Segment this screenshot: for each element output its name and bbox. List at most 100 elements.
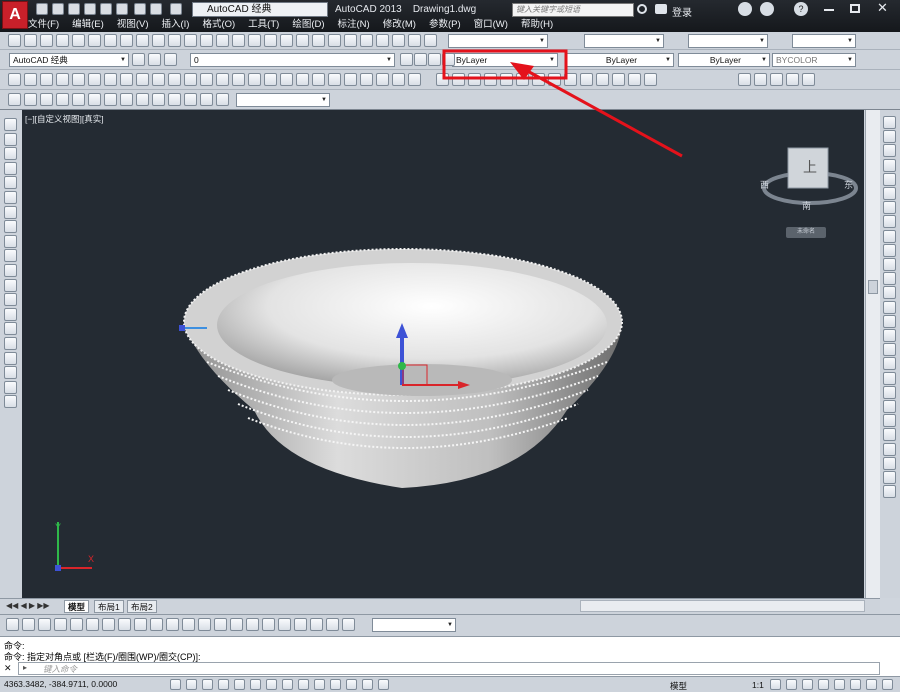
view-tool-3-icon[interactable] <box>40 93 53 106</box>
draw-tool-15-icon[interactable] <box>4 322 17 336</box>
tablestyle-dropdown[interactable] <box>688 34 768 48</box>
status-tool-6-icon[interactable] <box>850 679 861 690</box>
view-tool-5-icon[interactable] <box>72 93 85 106</box>
redo-icon[interactable] <box>170 3 182 15</box>
draw-tool-6-icon[interactable] <box>4 191 17 204</box>
workspace-switcher[interactable]: AutoCAD 经典 <box>192 2 328 17</box>
modeling-tool-15-icon[interactable] <box>232 73 245 86</box>
draw-tool-20-icon[interactable] <box>4 395 17 409</box>
menu-item[interactable]: 工具(T) <box>248 17 279 32</box>
autocad-logo-icon[interactable]: A <box>2 1 28 29</box>
maximize-icon[interactable] <box>850 4 860 13</box>
save-icon[interactable] <box>68 3 80 15</box>
modeling-tool-9-icon[interactable] <box>136 73 149 86</box>
modeling-tool-19-icon[interactable] <box>296 73 309 86</box>
standard-tool-5-icon[interactable] <box>72 34 85 47</box>
modify-tool-21-icon[interactable] <box>883 400 896 413</box>
open-web-icon[interactable] <box>100 3 112 15</box>
view-tool-10-icon[interactable] <box>152 93 165 106</box>
modify-tool-7-icon[interactable] <box>883 201 896 215</box>
modeling-tool-5-icon[interactable] <box>72 73 85 86</box>
standard-tool-8-icon[interactable] <box>120 34 133 47</box>
standard-tool-21-icon[interactable] <box>328 34 341 47</box>
tab-nav-arrows[interactable]: ◀◀ ◀ ▶ ▶▶ <box>6 601 50 610</box>
mleaderstyle-dropdown[interactable] <box>792 34 856 48</box>
dimension-tool-18-icon[interactable] <box>278 618 291 631</box>
open-file-icon[interactable] <box>52 3 64 15</box>
modify-tool-17-icon[interactable] <box>883 343 896 357</box>
standard-tool-10-icon[interactable] <box>152 34 165 47</box>
undo-icon[interactable] <box>150 3 162 15</box>
modeling-tool-11-icon[interactable] <box>168 73 181 86</box>
search-input[interactable]: 键入关键字或短语 <box>512 3 634 17</box>
view-tool-7-icon[interactable] <box>104 93 117 106</box>
layer-tool-1-icon[interactable] <box>132 53 145 66</box>
modify-tool-16-icon[interactable] <box>883 329 896 342</box>
modify-tool-24-icon[interactable] <box>883 442 896 456</box>
draw-tool-11-icon[interactable] <box>4 264 17 277</box>
modify-tool-27-icon[interactable] <box>883 485 896 499</box>
menu-item[interactable]: 视图(V) <box>117 17 149 32</box>
standard-tool-1-icon[interactable] <box>8 34 21 47</box>
menu-item[interactable]: 绘图(D) <box>292 17 324 32</box>
lineweight-dropdown[interactable]: ByLayer <box>678 53 770 67</box>
menu-item[interactable]: 帮助(H) <box>521 17 553 32</box>
menu-item[interactable]: 文件(F) <box>28 17 59 32</box>
menu-item[interactable]: 标注(N) <box>338 17 370 32</box>
dimension-tool-4-icon[interactable] <box>54 618 67 631</box>
modeling-tool-3-icon[interactable] <box>40 73 53 86</box>
view-tool-11-icon[interactable] <box>168 93 181 106</box>
drafting-setting-13-icon[interactable] <box>362 679 373 690</box>
modify-tool-15-icon[interactable] <box>883 314 896 328</box>
standard-tool-16-icon[interactable] <box>248 34 261 47</box>
vertical-scrollbar[interactable] <box>865 110 880 598</box>
help-icon[interactable]: ? <box>794 2 808 16</box>
modeling-tool-26-icon[interactable] <box>408 73 421 86</box>
modify-tool-6-icon[interactable] <box>883 187 896 200</box>
viewcube-top-face[interactable]: 上 <box>790 157 830 177</box>
status-tool-2-icon[interactable] <box>786 679 797 690</box>
modeling-tool-1-icon[interactable] <box>8 73 21 86</box>
command-input[interactable]: ▸ 键入命令 <box>18 662 880 675</box>
dimension-tool-8-icon[interactable] <box>118 618 131 631</box>
drafting-setting-8-icon[interactable] <box>282 679 293 690</box>
layer-dropdown[interactable]: 0 <box>190 53 395 67</box>
dimension-tool-19-icon[interactable] <box>294 618 307 631</box>
modeling-tool-22-icon[interactable] <box>344 73 357 86</box>
named-view-dropdown[interactable] <box>236 93 330 107</box>
draw-tool-19-icon[interactable] <box>4 380 17 394</box>
standard-tool-26-icon[interactable] <box>408 34 421 47</box>
view-tool-8-icon[interactable] <box>120 93 133 106</box>
view-tool-14-icon[interactable] <box>216 93 229 106</box>
standard-tool-4-icon[interactable] <box>56 34 69 47</box>
dimstyle-dropdown[interactable] <box>372 618 456 632</box>
standard-tool-12-icon[interactable] <box>184 34 197 47</box>
status-tool-3-icon[interactable] <box>802 679 813 690</box>
layer-tool-2-icon[interactable] <box>148 53 161 66</box>
menu-item[interactable]: 参数(P) <box>429 17 461 32</box>
standard-tool-23-icon[interactable] <box>360 34 373 47</box>
standard-tool-14-icon[interactable] <box>216 34 229 47</box>
dimension-tool-13-icon[interactable] <box>198 618 211 631</box>
drafting-setting-11-icon[interactable] <box>330 679 341 690</box>
standard-tool-19-icon[interactable] <box>296 34 309 47</box>
modeling-tool-23-icon[interactable] <box>360 73 373 86</box>
menu-item[interactable]: 编辑(E) <box>72 17 104 32</box>
dimension-tool-6-icon[interactable] <box>86 618 99 631</box>
model-space-button[interactable]: 模型 <box>670 680 687 692</box>
modify-tool-23-icon[interactable] <box>883 428 896 442</box>
render-tool-3-icon[interactable] <box>770 73 783 86</box>
modify-tool-18-icon[interactable] <box>883 357 896 371</box>
info-icon[interactable] <box>760 2 774 16</box>
modify-tool-25-icon[interactable] <box>883 456 896 470</box>
standard-tool-3-icon[interactable] <box>40 34 53 47</box>
modify-tool-13-icon[interactable] <box>883 286 896 300</box>
drawing-viewport[interactable]: [−][自定义视图][真实] Y X 上 西 东 南 未命名 <box>22 110 864 598</box>
modeling-tool-8-icon[interactable] <box>120 73 133 86</box>
modeling-tool-2-icon[interactable] <box>24 73 37 86</box>
view-tool-6-icon[interactable] <box>88 93 101 106</box>
viewcube-north[interactable]: 南 <box>802 199 811 212</box>
draw-tool-4-icon[interactable] <box>4 161 17 175</box>
annotation-scale[interactable]: 1:1 <box>752 680 764 690</box>
draw-tool-5-icon[interactable] <box>4 176 17 190</box>
